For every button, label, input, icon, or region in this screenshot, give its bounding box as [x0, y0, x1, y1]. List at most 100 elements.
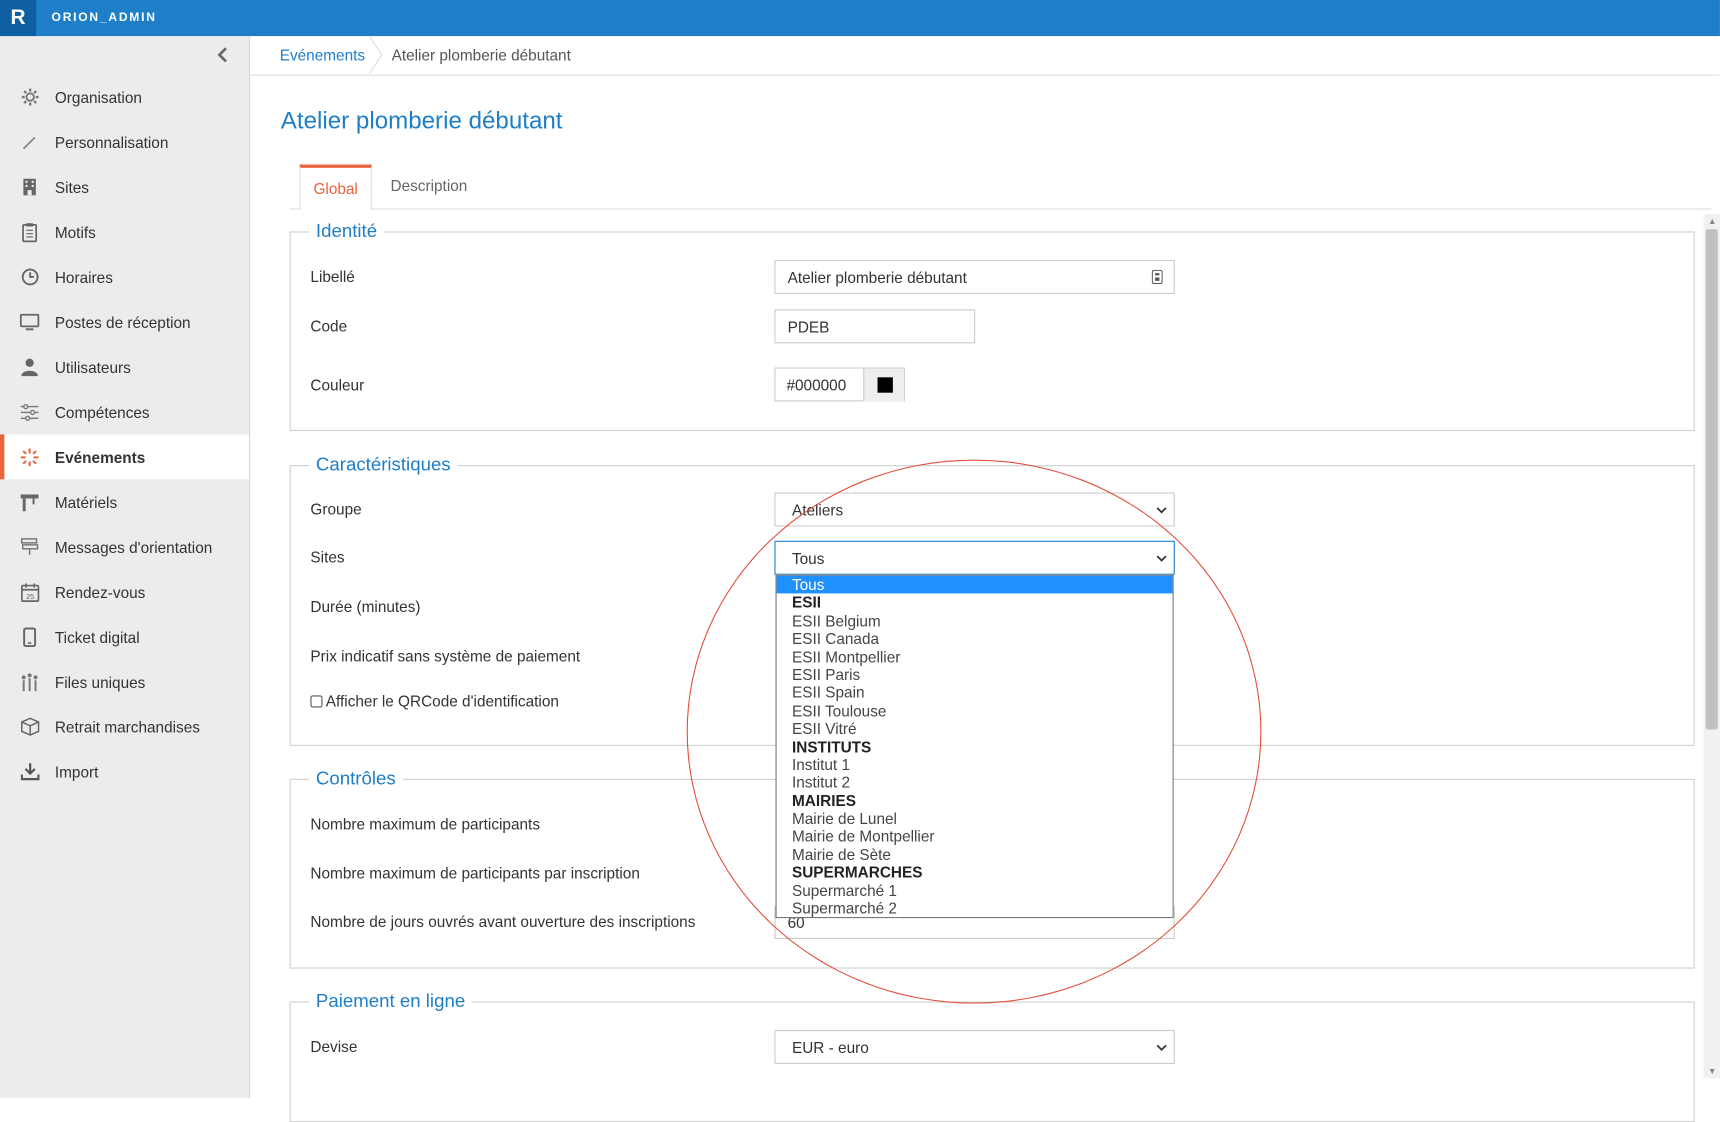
translate-icon[interactable] — [1151, 269, 1163, 285]
groupe-label: Groupe — [310, 500, 362, 518]
sidebar-item-utilisateurs[interactable]: Utilisateurs — [0, 344, 249, 389]
dropdown-option[interactable]: Supermarché 1 — [777, 882, 1173, 900]
max-par-inscription-label: Nombre maximum de participants par inscr… — [310, 864, 640, 882]
jours-ouvres-label: Nombre de jours ouvrés avant ouverture d… — [310, 912, 696, 931]
libelle-label: Libellé — [310, 267, 355, 286]
dropdown-option[interactable]: Mairie de Lunel — [777, 810, 1173, 828]
dropdown-option[interactable]: ESII Paris — [777, 666, 1173, 684]
color-picker-button[interactable] — [863, 368, 904, 402]
sliders-icon — [19, 401, 41, 423]
breadcrumb-parent-link[interactable]: Evénements — [280, 36, 365, 73]
code-value: PDEB — [787, 317, 830, 336]
sparkle-icon — [19, 446, 41, 468]
monitor-icon — [19, 311, 41, 333]
color-swatch — [877, 377, 893, 393]
dropdown-option[interactable]: Institut 2 — [777, 774, 1173, 792]
sidebar-item-organisation[interactable]: Organisation — [0, 75, 249, 120]
sidebar-item-label: Messages d'orientation — [54, 538, 213, 556]
dropdown-option[interactable]: ESII Spain — [777, 684, 1173, 702]
dropdown-option[interactable]: ESII Canada — [777, 630, 1173, 648]
paiement-legend: Paiement en ligne — [315, 990, 466, 1012]
app-title: ORION_ADMIN — [51, 10, 157, 25]
qrcode-option[interactable]: Afficher le QRCode d'identification — [310, 692, 559, 710]
scroll-thumb[interactable] — [1705, 229, 1718, 730]
calendar-icon: 25 — [19, 581, 41, 603]
sidebar-item-horaires[interactable]: Horaires — [0, 254, 249, 299]
sites-select[interactable]: Tous — [774, 540, 1175, 575]
sidebar-item-label: Postes de réception — [54, 313, 191, 331]
sidebar-item-label: Files uniques — [54, 672, 146, 691]
sidebar-item-materiels[interactable]: Matériels — [0, 479, 249, 524]
clipboard-icon — [19, 221, 41, 243]
chevron-left-icon[interactable] — [217, 45, 235, 67]
signpost-icon — [19, 536, 41, 558]
sidebar-item-label: Evénements — [54, 448, 146, 466]
sidebar-item-retrait-marchandises[interactable]: Retrait marchandises — [0, 704, 249, 749]
scroll-up-icon[interactable]: ▲ — [1708, 216, 1717, 226]
sidebar-item-files-uniques[interactable]: Files uniques — [0, 659, 249, 704]
code-label: Code — [310, 317, 348, 335]
breadcrumb: Evénements Atelier plomberie débutant — [250, 36, 1720, 76]
qrcode-checkbox[interactable] — [310, 695, 323, 708]
sidebar-item-sites[interactable]: Sites — [0, 165, 249, 210]
app-logo[interactable]: R — [0, 0, 37, 37]
scroll-down-icon[interactable]: ▼ — [1708, 1066, 1717, 1076]
sidebar-item-label: Horaires — [54, 268, 113, 286]
dropdown-option[interactable]: ESII Belgium — [777, 612, 1173, 630]
dropdown-group-label: SUPERMARCHES — [791, 863, 923, 882]
queue-icon — [19, 671, 41, 693]
chevron-down-icon — [1156, 1044, 1167, 1051]
code-input[interactable]: PDEB — [774, 309, 976, 344]
groupe-value: Ateliers — [791, 500, 844, 519]
dropdown-option[interactable]: Mairie de Sète — [777, 846, 1173, 864]
max-participants-label: Nombre maximum de participants — [310, 814, 541, 833]
sidebar-item-import[interactable]: Import — [0, 749, 249, 794]
tab-description[interactable]: Description — [390, 165, 467, 209]
sidebar-item-competences[interactable]: Compétences — [0, 389, 249, 434]
libelle-input[interactable]: Atelier plomberie débutant — [774, 259, 1175, 294]
sidebar-item-motifs[interactable]: Motifs — [0, 210, 249, 255]
dropdown-option[interactable]: Institut 1 — [777, 756, 1173, 774]
sidebar-item-evenements[interactable]: Evénements — [0, 434, 249, 480]
sidebar-item-label: Personnalisation — [54, 133, 169, 151]
content-scrollbar[interactable]: ▲ ▼ — [1703, 213, 1720, 1079]
sidebar: Organisation Personnalisation Sites Motifs H… — [0, 36, 251, 1098]
dropdown-option[interactable]: ESII Toulouse — [777, 702, 1173, 720]
dropdown-group-label: INSTITUTS — [791, 737, 872, 756]
sidebar-item-label: Organisation — [54, 88, 142, 106]
sites-dropdown-list[interactable]: Tous ESII ESII Belgium ESII Canada ESII Mont… — [775, 574, 1174, 919]
duree-label: Durée (minutes) — [310, 597, 421, 616]
dropdown-option[interactable]: Tous — [776, 575, 1173, 594]
groupe-select[interactable]: Ateliers — [774, 492, 1175, 527]
devise-select[interactable]: EUR - euro — [774, 1029, 1175, 1064]
sidebar-item-label: Import — [54, 762, 99, 781]
svg-text:25: 25 — [26, 592, 34, 601]
sidebar-item-postes-de-reception[interactable]: Postes de réception — [0, 299, 249, 344]
dropdown-option[interactable]: Supermarché 2 — [777, 899, 1173, 917]
sidebar-item-label: Compétences — [54, 403, 150, 421]
download-icon — [19, 761, 41, 783]
dropdown-option[interactable]: Mairie de Montpellier — [777, 828, 1173, 846]
sidebar-item-label: Utilisateurs — [54, 358, 131, 376]
sidebar-item-rendez-vous[interactable]: 25 Rendez-vous — [0, 569, 249, 614]
sidebar-item-label: Motifs — [54, 223, 96, 241]
tab-global[interactable]: Global — [299, 164, 372, 210]
brush-icon — [19, 131, 41, 153]
chevron-down-icon — [1156, 554, 1167, 562]
dropdown-option[interactable]: ESII Montpellier — [777, 648, 1173, 666]
sites-value: Tous — [791, 548, 825, 567]
sidebar-item-ticket-digital[interactable]: Ticket digital — [0, 614, 249, 659]
couleur-label: Couleur — [310, 376, 365, 394]
sidebar-item-personnalisation[interactable]: Personnalisation — [0, 120, 249, 165]
chevron-down-icon — [1156, 506, 1167, 513]
sidebar-item-messages-d-orientation[interactable]: Messages d'orientation — [0, 524, 249, 569]
sidebar-item-label: Ticket digital — [54, 627, 140, 646]
tools-icon — [19, 491, 41, 513]
building-icon — [19, 176, 41, 198]
couleur-input[interactable]: #000000 — [774, 367, 905, 402]
sidebar-item-label: Retrait marchandises — [54, 717, 200, 736]
top-bar: R ORION_ADMIN — [0, 0, 1720, 37]
dropdown-option[interactable]: ESII Vitré — [777, 720, 1173, 738]
tab-bar: Global Description — [289, 164, 1712, 210]
box-icon — [19, 716, 41, 738]
